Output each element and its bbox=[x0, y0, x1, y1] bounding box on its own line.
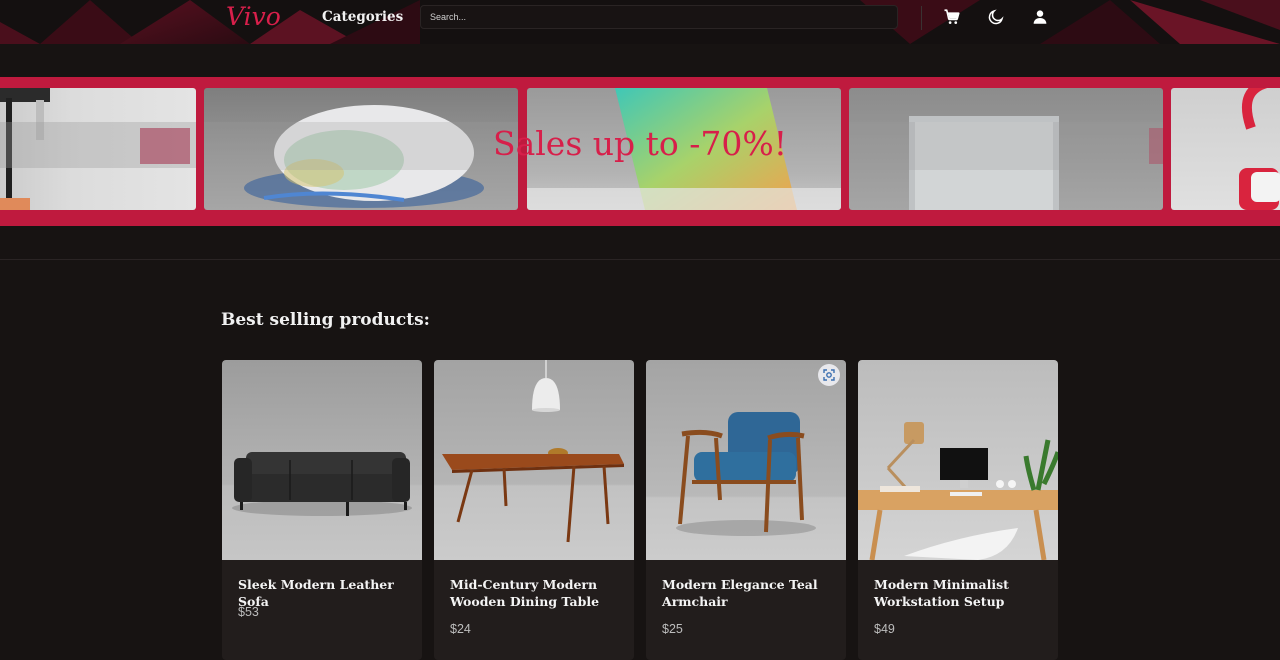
section-divider bbox=[0, 259, 1280, 260]
section-title: Best selling products: bbox=[221, 310, 430, 330]
brand-logo[interactable]: Vivo bbox=[226, 2, 281, 31]
product-name[interactable]: Modern Minimalist Workstation Setup bbox=[874, 576, 1044, 610]
categories-menu[interactable]: Categories bbox=[322, 9, 403, 25]
sales-banner[interactable]: Sales up to -70%! bbox=[0, 77, 1280, 226]
product-price: $25 bbox=[662, 622, 683, 636]
product-price: $53 bbox=[238, 605, 259, 619]
product-image bbox=[434, 360, 634, 560]
top-navbar: Vivo Categories bbox=[0, 0, 1280, 44]
product-name[interactable]: Sleek Modern Leather Sofa bbox=[238, 576, 408, 610]
banner-headline: Sales up to -70%! bbox=[492, 124, 788, 163]
moon-icon[interactable] bbox=[987, 8, 1005, 26]
product-image bbox=[646, 360, 846, 560]
product-price: $49 bbox=[874, 622, 895, 636]
product-card[interactable]: Modern Minimalist Workstation Setup $49 bbox=[858, 360, 1058, 660]
search-input[interactable] bbox=[420, 5, 898, 29]
product-image bbox=[858, 360, 1058, 560]
product-name[interactable]: Mid-Century Modern Wooden Dining Table bbox=[450, 576, 620, 610]
visual-search-icon[interactable] bbox=[818, 364, 840, 386]
product-card[interactable]: Modern Elegance Teal Armchair $25 bbox=[646, 360, 846, 660]
product-name[interactable]: Modern Elegance Teal Armchair bbox=[662, 576, 832, 610]
user-icon[interactable] bbox=[1031, 8, 1049, 26]
product-image bbox=[222, 360, 422, 560]
header-divider bbox=[921, 6, 922, 30]
product-price: $24 bbox=[450, 622, 471, 636]
cart-icon[interactable] bbox=[943, 8, 961, 26]
product-card[interactable]: Mid-Century Modern Wooden Dining Table $… bbox=[434, 360, 634, 660]
product-card[interactable]: Sleek Modern Leather Sofa $53 bbox=[222, 360, 422, 660]
